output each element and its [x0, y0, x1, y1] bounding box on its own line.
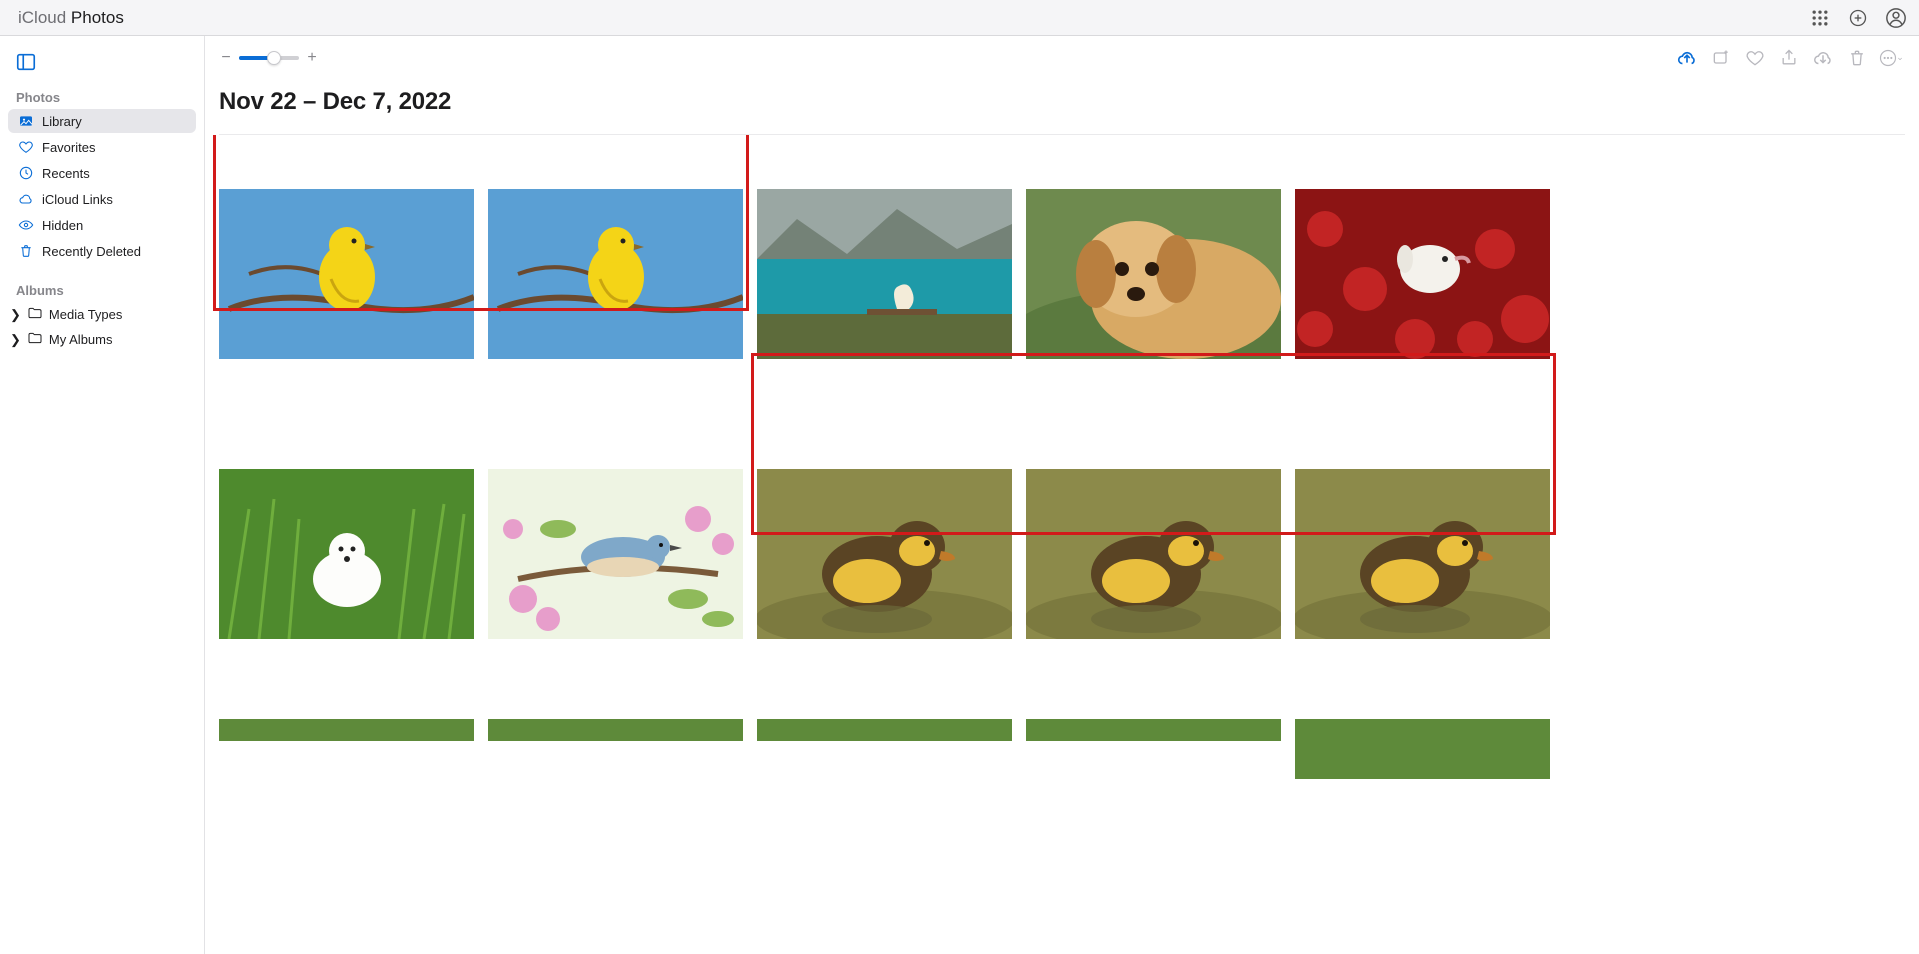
app-title: iCloud Photos: [18, 8, 124, 28]
sidebar-section-photos: Photos: [6, 86, 198, 109]
photos-icon: [18, 113, 34, 129]
eye-icon: [18, 217, 34, 233]
sidebar-item-label: Recents: [42, 166, 90, 181]
apps-grid-icon[interactable]: [1809, 7, 1831, 29]
photo-thumbnail[interactable]: [1026, 719, 1281, 741]
photo-thumbnail[interactable]: [219, 719, 474, 741]
sidebar-toggle-button[interactable]: [12, 48, 40, 76]
sidebar-item-label: Hidden: [42, 218, 83, 233]
sidebar-item-favorites[interactable]: Favorites: [8, 135, 196, 159]
content: − + ⌄ Nov 22 – Dec 7, 2022: [205, 36, 1919, 954]
photo-thumbnail[interactable]: [488, 189, 743, 359]
photo-thumbnail[interactable]: [1295, 189, 1550, 359]
photo-row: [205, 359, 1919, 639]
cloud-icon: [18, 191, 34, 207]
more-button[interactable]: ⌄: [1877, 44, 1905, 72]
create-icon[interactable]: [1847, 7, 1869, 29]
sidebar-item-recently-deleted[interactable]: Recently Deleted: [8, 239, 196, 263]
photo-grid[interactable]: [205, 135, 1919, 954]
heart-icon: [18, 139, 34, 155]
chevron-right-icon: ❯: [10, 307, 21, 323]
photo-thumbnail[interactable]: [1295, 719, 1550, 779]
zoom-slider[interactable]: [239, 56, 299, 60]
photo-thumbnail[interactable]: [757, 469, 1012, 639]
clock-icon: [18, 165, 34, 181]
photo-row: [205, 639, 1919, 779]
download-button[interactable]: [1809, 44, 1837, 72]
trash-icon: [18, 243, 34, 259]
sidebar-group-label: Media Types: [49, 307, 122, 322]
zoom-control[interactable]: − +: [219, 49, 319, 67]
sidebar-item-recents[interactable]: Recents: [8, 161, 196, 185]
sidebar-group-label: My Albums: [49, 332, 113, 347]
photo-thumbnail[interactable]: [1295, 469, 1550, 639]
zoom-out-button[interactable]: −: [219, 49, 233, 67]
sidebar-section-albums: Albums: [6, 279, 198, 302]
folder-icon: [27, 305, 43, 324]
folder-icon: [27, 330, 43, 349]
sidebar: Photos Library Favorites Recents iCloud …: [0, 36, 205, 954]
account-icon[interactable]: [1885, 7, 1907, 29]
content-toolbar: − + ⌄: [205, 36, 1919, 80]
photo-thumbnail[interactable]: [1026, 469, 1281, 639]
photo-thumbnail[interactable]: [488, 469, 743, 639]
sidebar-item-hidden[interactable]: Hidden: [8, 213, 196, 237]
delete-button[interactable]: [1843, 44, 1871, 72]
sidebar-group-my-albums[interactable]: ❯ My Albums: [6, 327, 198, 352]
add-to-album-button[interactable]: [1707, 44, 1735, 72]
topbar: iCloud Photos: [0, 0, 1919, 36]
sidebar-item-label: iCloud Links: [42, 192, 113, 207]
favorite-button[interactable]: [1741, 44, 1769, 72]
date-range-heading: Nov 22 – Dec 7, 2022: [205, 80, 1919, 134]
photo-thumbnail[interactable]: [757, 719, 1012, 741]
photo-thumbnail[interactable]: [488, 719, 743, 741]
sidebar-item-label: Recently Deleted: [42, 244, 141, 259]
sidebar-item-icloud-links[interactable]: iCloud Links: [8, 187, 196, 211]
sidebar-item-label: Library: [42, 114, 82, 129]
sidebar-item-label: Favorites: [42, 140, 95, 155]
sidebar-item-library[interactable]: Library: [8, 109, 196, 133]
photo-thumbnail[interactable]: [219, 469, 474, 639]
sidebar-group-media-types[interactable]: ❯ Media Types: [6, 302, 198, 327]
photo-row: [205, 135, 1919, 359]
photo-thumbnail[interactable]: [219, 189, 474, 359]
photo-thumbnail[interactable]: [1026, 189, 1281, 359]
upload-button[interactable]: [1673, 44, 1701, 72]
share-button[interactable]: [1775, 44, 1803, 72]
zoom-in-button[interactable]: +: [305, 49, 319, 67]
photo-thumbnail[interactable]: [757, 189, 1012, 359]
chevron-right-icon: ❯: [10, 332, 21, 348]
